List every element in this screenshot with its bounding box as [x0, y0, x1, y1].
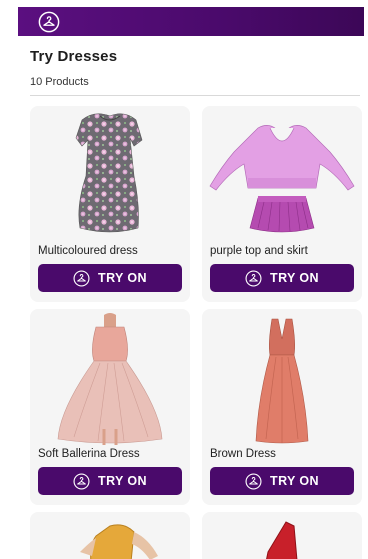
- try-on-label: TRY ON: [270, 271, 319, 285]
- try-on-button[interactable]: TRY ON: [38, 264, 182, 292]
- hanger-icon: [245, 269, 262, 287]
- try-on-button[interactable]: TRY ON: [210, 467, 354, 495]
- product-name: Brown Dress: [210, 448, 276, 460]
- product-name: Soft Ballerina Dress: [38, 448, 140, 460]
- top-app-bar: [18, 7, 364, 36]
- product-image: [209, 125, 355, 233]
- try-on-button[interactable]: TRY ON: [210, 264, 354, 292]
- product-image: [57, 313, 163, 445]
- product-count: 10 Products: [30, 76, 89, 88]
- product-card[interactable]: [202, 512, 362, 559]
- product-card[interactable]: Soft Ballerina Dress TRY ON: [30, 309, 190, 505]
- hanger-icon: [73, 472, 90, 490]
- hanger-icon[interactable]: [38, 11, 60, 33]
- product-image: [255, 318, 309, 444]
- page-header: Try Dresses 10 Products: [30, 48, 360, 88]
- hanger-icon: [73, 269, 90, 287]
- product-card[interactable]: [30, 512, 190, 559]
- product-card[interactable]: Multicoloured dress TRY ON: [30, 106, 190, 302]
- product-card[interactable]: purple top and skirt TRY ON: [202, 106, 362, 302]
- page-title: Try Dresses: [30, 48, 118, 65]
- product-name: Multicoloured dress: [38, 245, 138, 257]
- product-name: purple top and skirt: [210, 245, 308, 257]
- product-image: [266, 521, 298, 559]
- try-on-label: TRY ON: [270, 474, 319, 488]
- product-card[interactable]: Brown Dress TRY ON: [202, 309, 362, 505]
- try-on-button[interactable]: TRY ON: [38, 467, 182, 495]
- divider: [30, 95, 360, 96]
- product-image: [80, 524, 158, 559]
- hanger-icon: [245, 472, 262, 490]
- try-on-label: TRY ON: [98, 271, 147, 285]
- try-on-label: TRY ON: [98, 474, 147, 488]
- product-image: [75, 113, 143, 233]
